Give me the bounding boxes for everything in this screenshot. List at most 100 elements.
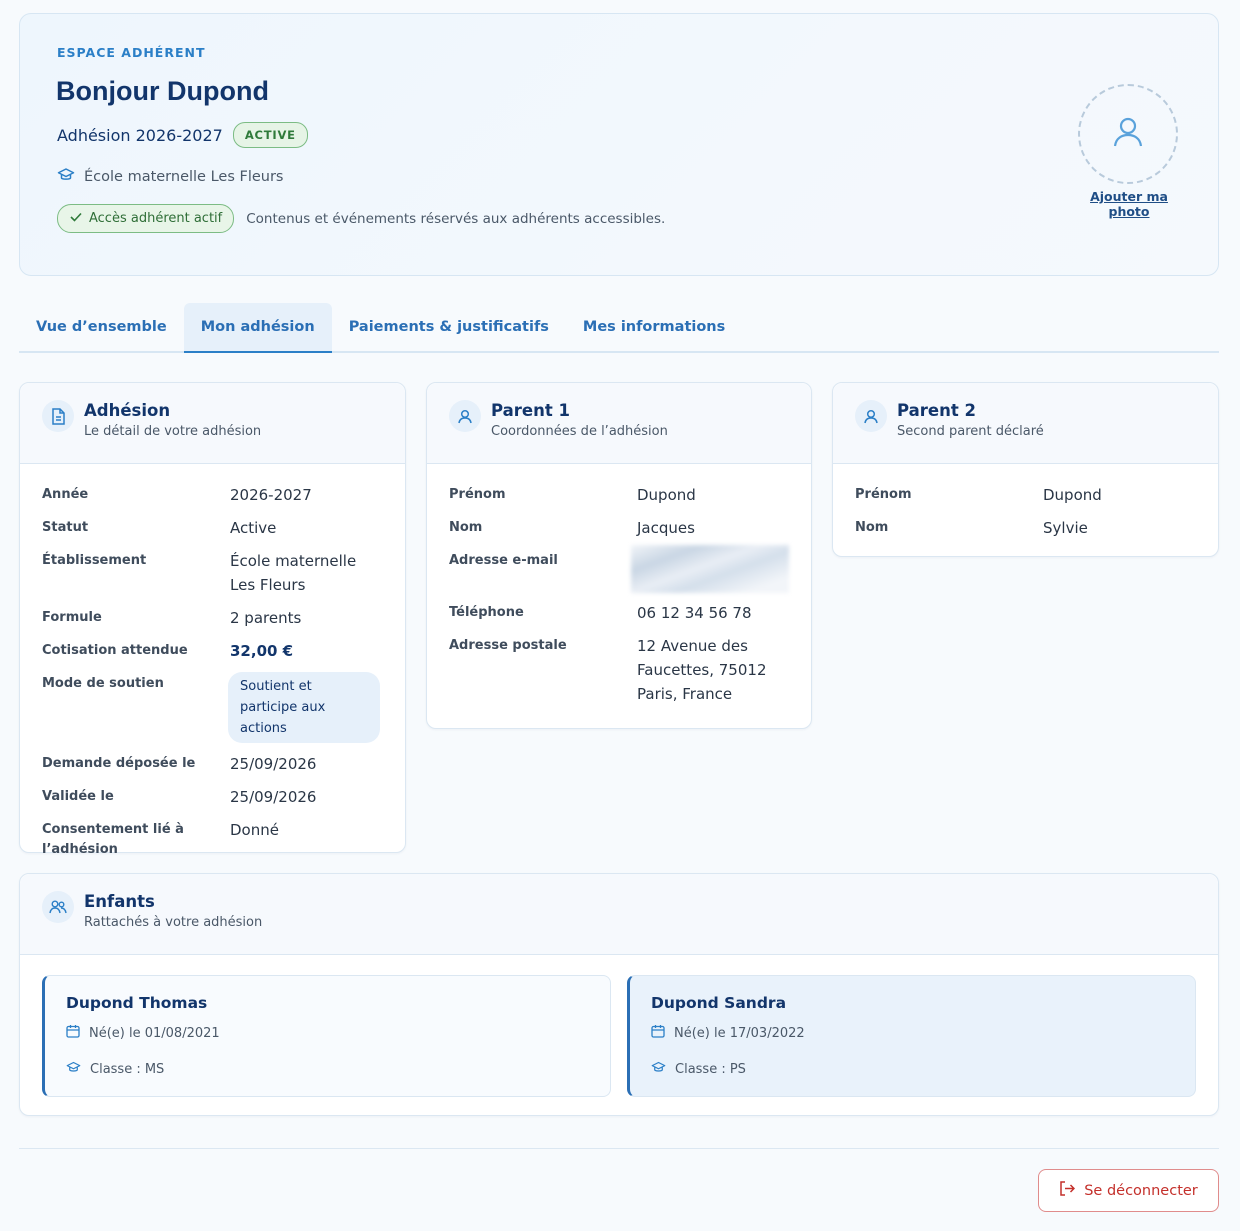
graduation-cap-icon <box>66 1061 81 1078</box>
children-card: Enfants Rattachés à votre adhésion Dupon… <box>19 873 1219 1116</box>
graduation-cap-icon <box>651 1061 666 1078</box>
detail-value: 06 12 34 56 78 <box>637 604 752 622</box>
detail-row: Cotisation attendue 32,00 € <box>42 639 383 663</box>
detail-label: Validée le <box>42 789 114 804</box>
graduation-cap-icon <box>57 167 75 187</box>
child-name: Dupond Thomas <box>66 994 208 1012</box>
detail-row: Adresse postale 12 Avenue des Faucettes,… <box>449 634 789 706</box>
detail-value: 25/09/2026 <box>230 788 317 806</box>
detail-value: 2 parents <box>230 609 302 627</box>
child-card[interactable]: Dupond Thomas Né(e) le 01/08/2021 Classe… <box>42 975 611 1097</box>
detail-row: Demande déposée le 25/09/2026 <box>42 752 383 776</box>
child-name: Dupond Sandra <box>651 994 787 1012</box>
detail-label: Statut <box>42 520 89 535</box>
user-icon <box>1113 116 1143 152</box>
card-title: Enfants <box>84 892 155 911</box>
detail-row: Téléphone 06 12 34 56 78 <box>449 601 789 625</box>
school-line: École maternelle Les Fleurs <box>57 167 284 187</box>
tab-my-information[interactable]: Mes informations <box>566 303 742 353</box>
page-title: Bonjour Dupond <box>56 76 269 106</box>
detail-value: Active <box>230 519 277 537</box>
detail-label: Année <box>42 487 89 502</box>
logout-label: Se déconnecter <box>1084 1182 1198 1199</box>
detail-value: 12 Avenue des Faucettes, 75012 Paris, Fr… <box>637 637 767 703</box>
detail-label: Adresse e-mail <box>449 553 558 568</box>
logout-icon <box>1059 1181 1076 1200</box>
detail-value: Sylvie <box>1043 519 1088 537</box>
child-class-text: Classe : PS <box>675 1062 746 1077</box>
tab-bar: Vue d’ensemble Mon adhésion Paiements & … <box>19 303 1219 353</box>
card-subtitle: Coordonnées de l’adhésion <box>491 424 668 439</box>
child-class: Classe : MS <box>66 1061 164 1078</box>
parent1-card: Parent 1 Coordonnées de l’adhésion Préno… <box>426 382 812 729</box>
detail-row: Validée le 25/09/2026 <box>42 785 383 809</box>
detail-label: Établissement <box>42 553 147 568</box>
child-birth: Né(e) le 17/03/2022 <box>651 1024 805 1042</box>
detail-row: Consentement lié à l’adhésion Donné <box>42 818 383 860</box>
detail-value: École maternelle Les Fleurs <box>230 552 357 594</box>
detail-row: Établissement École maternelle Les Fleur… <box>42 549 383 597</box>
tab-payments[interactable]: Paiements & justificatifs <box>332 303 566 353</box>
child-birth-text: Né(e) le 01/08/2021 <box>89 1025 220 1041</box>
detail-label: Nom <box>855 520 889 535</box>
season-label: Adhésion 2026-2027 <box>57 125 223 145</box>
child-class-text: Classe : MS <box>90 1062 165 1077</box>
add-photo-link[interactable]: Ajouter ma photo <box>1068 189 1190 219</box>
detail-label: Consentement lié à l’adhésion <box>42 822 184 857</box>
member-hero: ESPACE ADHÉRENT Bonjour Dupond Adhésion … <box>19 13 1219 276</box>
access-description: Contenus et événements réservés aux adhé… <box>246 210 666 227</box>
detail-label: Adresse postale <box>449 638 567 653</box>
support-mode-chip: Soutient et participe aux actions <box>228 672 380 743</box>
parent1-card-header: Parent 1 Coordonnées de l’adhésion <box>427 383 811 464</box>
detail-label: Mode de soutien <box>42 676 164 691</box>
detail-value: Dupond <box>637 486 696 504</box>
access-badge: Accès adhérent actif <box>57 204 235 233</box>
membership-card: Adhésion Le détail de votre adhésion Ann… <box>19 382 406 857</box>
detail-row: Nom Jacques <box>449 516 789 540</box>
parent2-card: Parent 2 Second parent déclaré Prénom Du… <box>832 382 1219 557</box>
parent2-card-header: Parent 2 Second parent déclaré <box>833 383 1218 464</box>
detail-label: Demande déposée le <box>42 756 196 771</box>
children-card-header: Enfants Rattachés à votre adhésion <box>20 874 1218 955</box>
detail-label: Prénom <box>449 487 506 502</box>
logout-button[interactable]: Se déconnecter <box>1038 1169 1219 1212</box>
detail-label: Cotisation attendue <box>42 643 188 658</box>
detail-value: 25/09/2026 <box>230 755 317 773</box>
card-subtitle: Second parent déclaré <box>897 424 1044 439</box>
footer-divider <box>19 1148 1219 1149</box>
hero-kicker: ESPACE ADHÉRENT <box>57 45 206 60</box>
child-birth: Né(e) le 01/08/2021 <box>66 1024 220 1042</box>
detail-row: Formule 2 parents <box>42 606 383 630</box>
fee-amount: 32,00 € <box>230 642 294 660</box>
status-badge: ACTIVE <box>232 122 308 148</box>
avatar[interactable] <box>1078 84 1178 184</box>
access-line: Accès adhérent actif Contenus et événeme… <box>57 204 665 233</box>
detail-row: Année 2026-2027 <box>42 483 383 507</box>
detail-label: Téléphone <box>449 605 524 620</box>
detail-row: Statut Active <box>42 516 383 540</box>
child-card[interactable]: Dupond Sandra Né(e) le 17/03/2022 Classe… <box>627 975 1196 1097</box>
detail-value: Dupond <box>1043 486 1102 504</box>
school-name: École maternelle Les Fleurs <box>84 169 284 185</box>
document-icon <box>42 400 74 432</box>
detail-row: Nom Sylvie <box>855 516 1196 540</box>
detail-value: Jacques <box>637 519 695 537</box>
detail-row: Mode de soutien Soutient et participe au… <box>42 672 383 743</box>
membership-card-header: Adhésion Le détail de votre adhésion <box>20 383 405 464</box>
detail-row: Prénom Dupond <box>855 483 1196 507</box>
tab-overview[interactable]: Vue d’ensemble <box>19 303 184 353</box>
detail-row: Prénom Dupond <box>449 483 789 507</box>
redacted-email <box>631 545 789 593</box>
users-icon <box>42 891 74 923</box>
card-title: Parent 2 <box>897 401 976 420</box>
user-icon <box>449 400 481 432</box>
tab-my-membership[interactable]: Mon adhésion <box>183 303 332 353</box>
calendar-icon <box>66 1024 80 1042</box>
child-birth-text: Né(e) le 17/03/2022 <box>674 1025 805 1041</box>
detail-row: Adresse e-mail <box>449 545 789 593</box>
check-icon <box>70 211 82 226</box>
card-title: Parent 1 <box>491 401 570 420</box>
detail-label: Formule <box>42 610 102 625</box>
detail-label: Prénom <box>855 487 912 502</box>
season-line: Adhésion 2026-2027 ACTIVE <box>57 122 308 148</box>
